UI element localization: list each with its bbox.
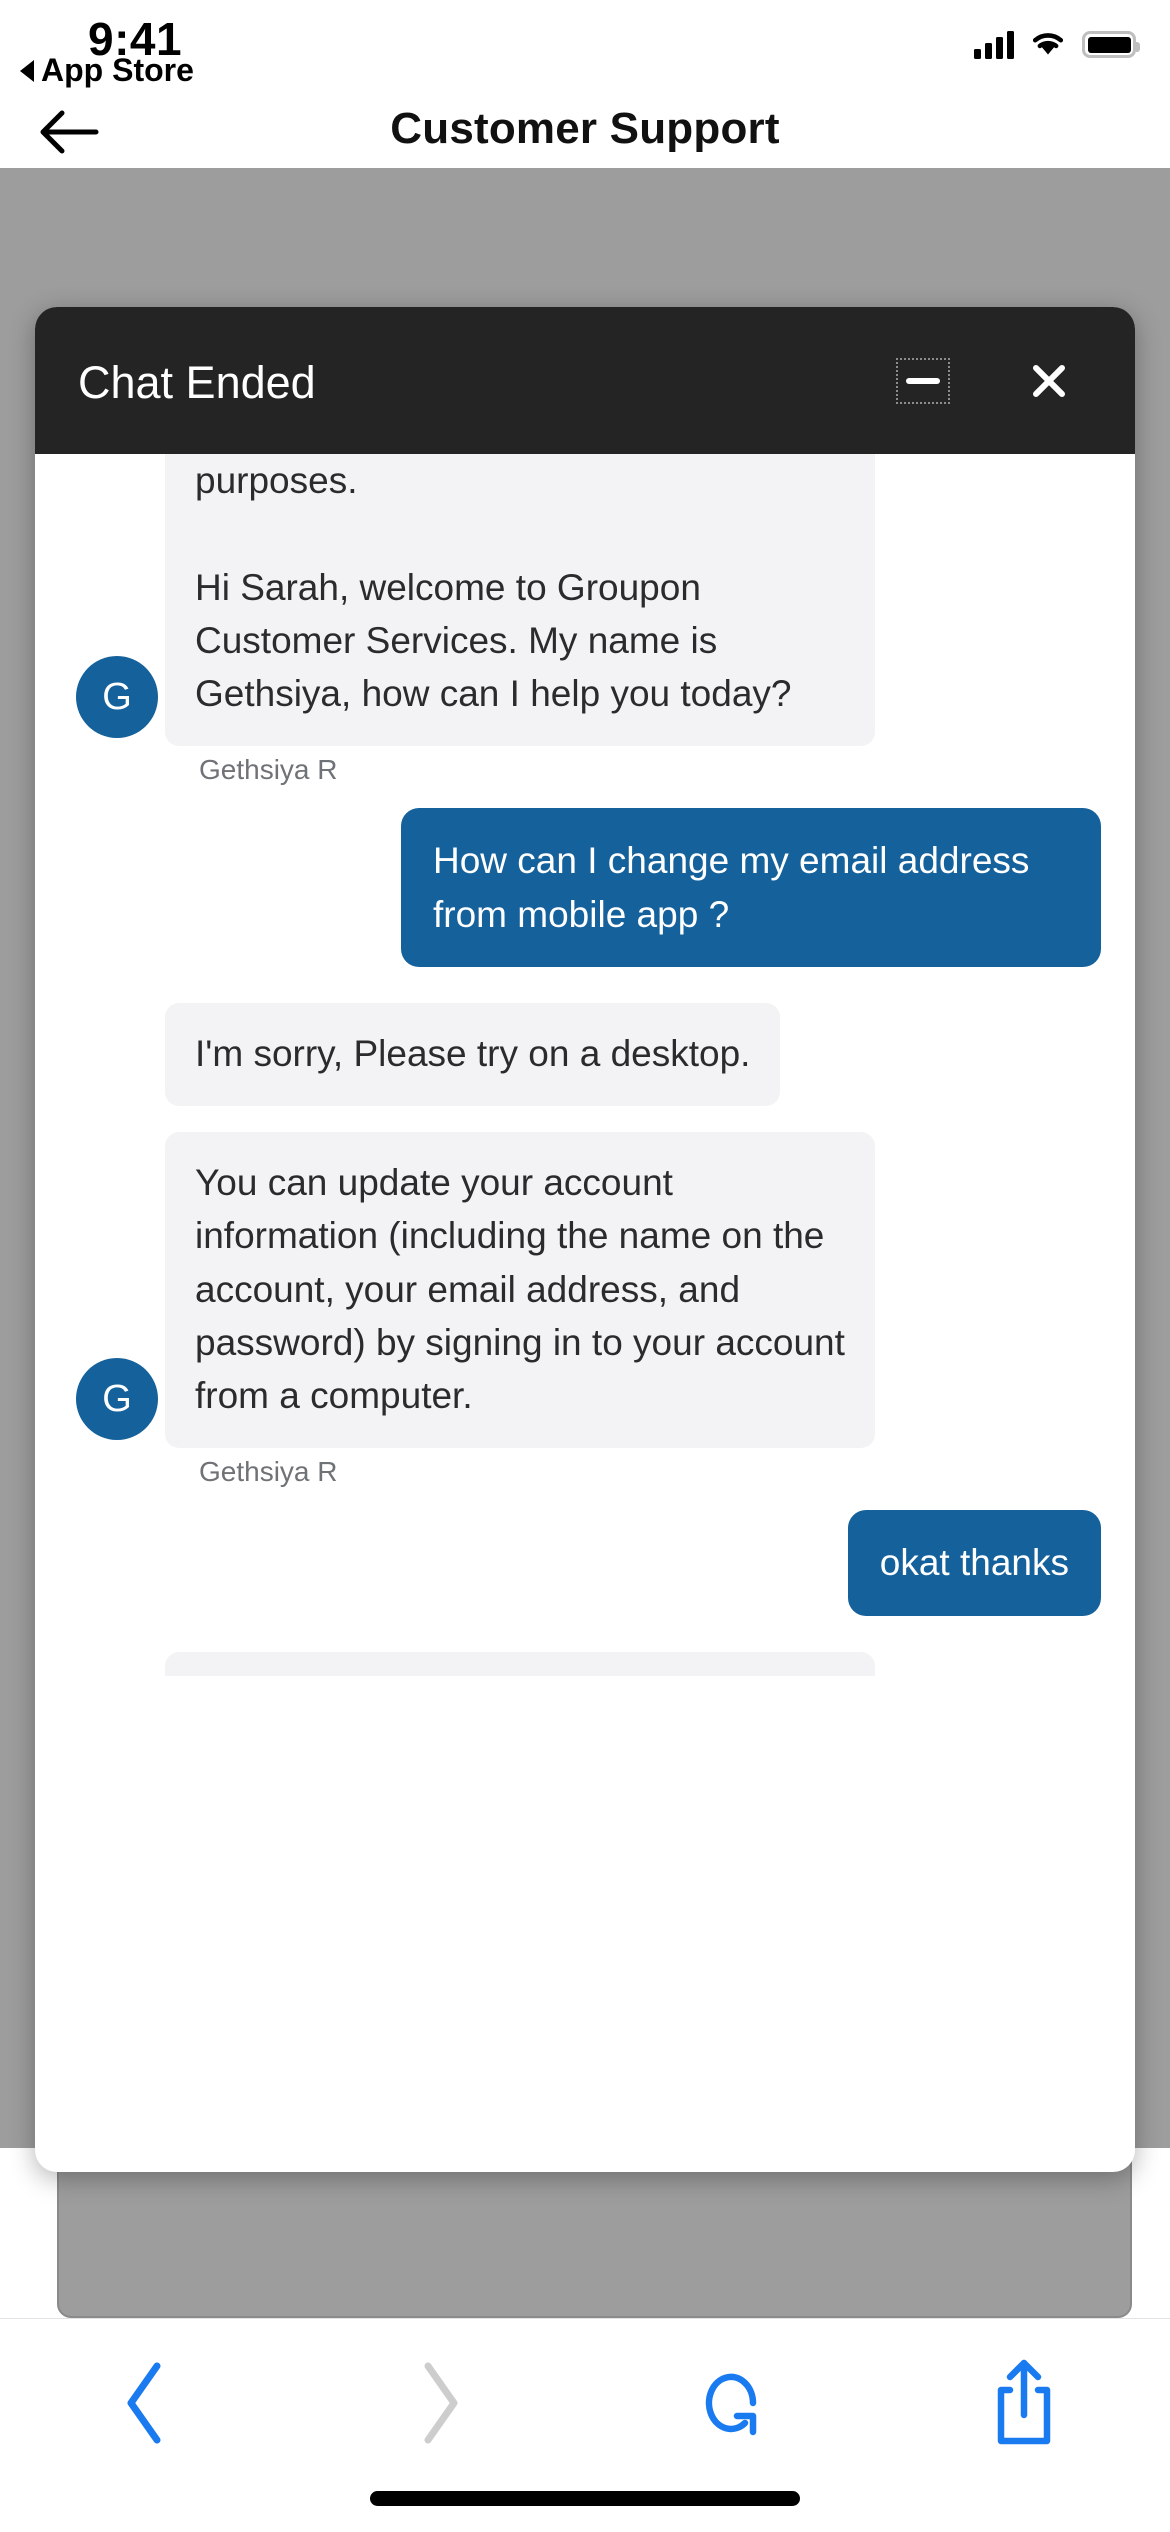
message-row-agent: G 1. Sign in. 2. Once you're signed in, …	[69, 1651, 1101, 1676]
back-icon	[127, 2362, 161, 2444]
reload-icon	[706, 2373, 757, 2436]
minimize-button[interactable]	[896, 358, 950, 404]
browser-back-button[interactable]	[0, 2357, 293, 2449]
avatar: G	[76, 656, 158, 739]
wifi-icon	[1030, 28, 1066, 61]
avatar-placeholder	[76, 1016, 158, 1098]
message-bubble: purposes. Hi Sarah, welcome to Groupon C…	[165, 454, 875, 747]
close-widget-button[interactable]	[1021, 353, 1077, 409]
status-bar: 9:41 App Store	[0, 0, 1170, 96]
message-row-agent: G purposes. Hi Sarah, welcome to Groupon…	[69, 454, 1101, 747]
message-bubble: okat thanks	[847, 1510, 1101, 1616]
page-title: Customer Support	[390, 104, 780, 153]
cellular-signal-icon	[974, 30, 1014, 59]
home-indicator	[370, 2491, 800, 2506]
forward-icon	[424, 2362, 458, 2444]
browser-share-button[interactable]	[878, 2357, 1170, 2449]
message-sender: Gethsiya R	[199, 1456, 338, 1488]
message-bubble: I'm sorry, Please try on a desktop.	[165, 1002, 781, 1107]
battery-icon	[1082, 31, 1140, 58]
chat-transcript[interactable]: G purposes. Hi Sarah, welcome to Groupon…	[35, 454, 1135, 1676]
status-bar-back-link[interactable]: App Store	[20, 52, 194, 89]
status-bar-indicators	[974, 28, 1140, 61]
message-row-agent: I'm sorry, Please try on a desktop.	[69, 1002, 1101, 1107]
chat-widget-title: Chat Ended	[78, 357, 316, 408]
message-bubble: How can I change my email address from m…	[401, 808, 1101, 967]
chat-widget-header: Chat Ended	[35, 307, 1135, 454]
message-row-user: How can I change my email address from m…	[69, 808, 1101, 967]
close-icon	[1033, 365, 1065, 397]
minimize-icon	[906, 378, 940, 384]
avatar: G	[76, 1358, 158, 1441]
phone-screen: 9:41 App Store Customer Support Chat End…	[0, 0, 1170, 2532]
browser-forward-button[interactable]	[293, 2357, 586, 2449]
avatar-slot	[69, 1016, 165, 1106]
message-bubble: 1. Sign in. 2. Once you're signed in, ho…	[165, 1651, 875, 1676]
avatar-slot: G	[69, 1358, 165, 1448]
back-triangle-icon	[20, 59, 34, 82]
avatar-slot: G	[69, 656, 165, 746]
nav-bar: Customer Support	[0, 96, 1170, 168]
status-bar-back-label: App Store	[41, 52, 194, 88]
browser-toolbar	[0, 2318, 1170, 2532]
chat-widget: Chat Ended G purposes. Hi Sarah, welcome…	[35, 307, 1135, 2172]
browser-reload-button[interactable]	[585, 2357, 878, 2449]
message-row-user: okat thanks	[69, 1510, 1101, 1616]
message-row-agent: G You can update your account informatio…	[69, 1132, 1101, 1449]
message-sender: Gethsiya R	[199, 754, 338, 786]
share-icon	[997, 2359, 1050, 2445]
message-bubble: You can update your account information …	[165, 1132, 875, 1449]
